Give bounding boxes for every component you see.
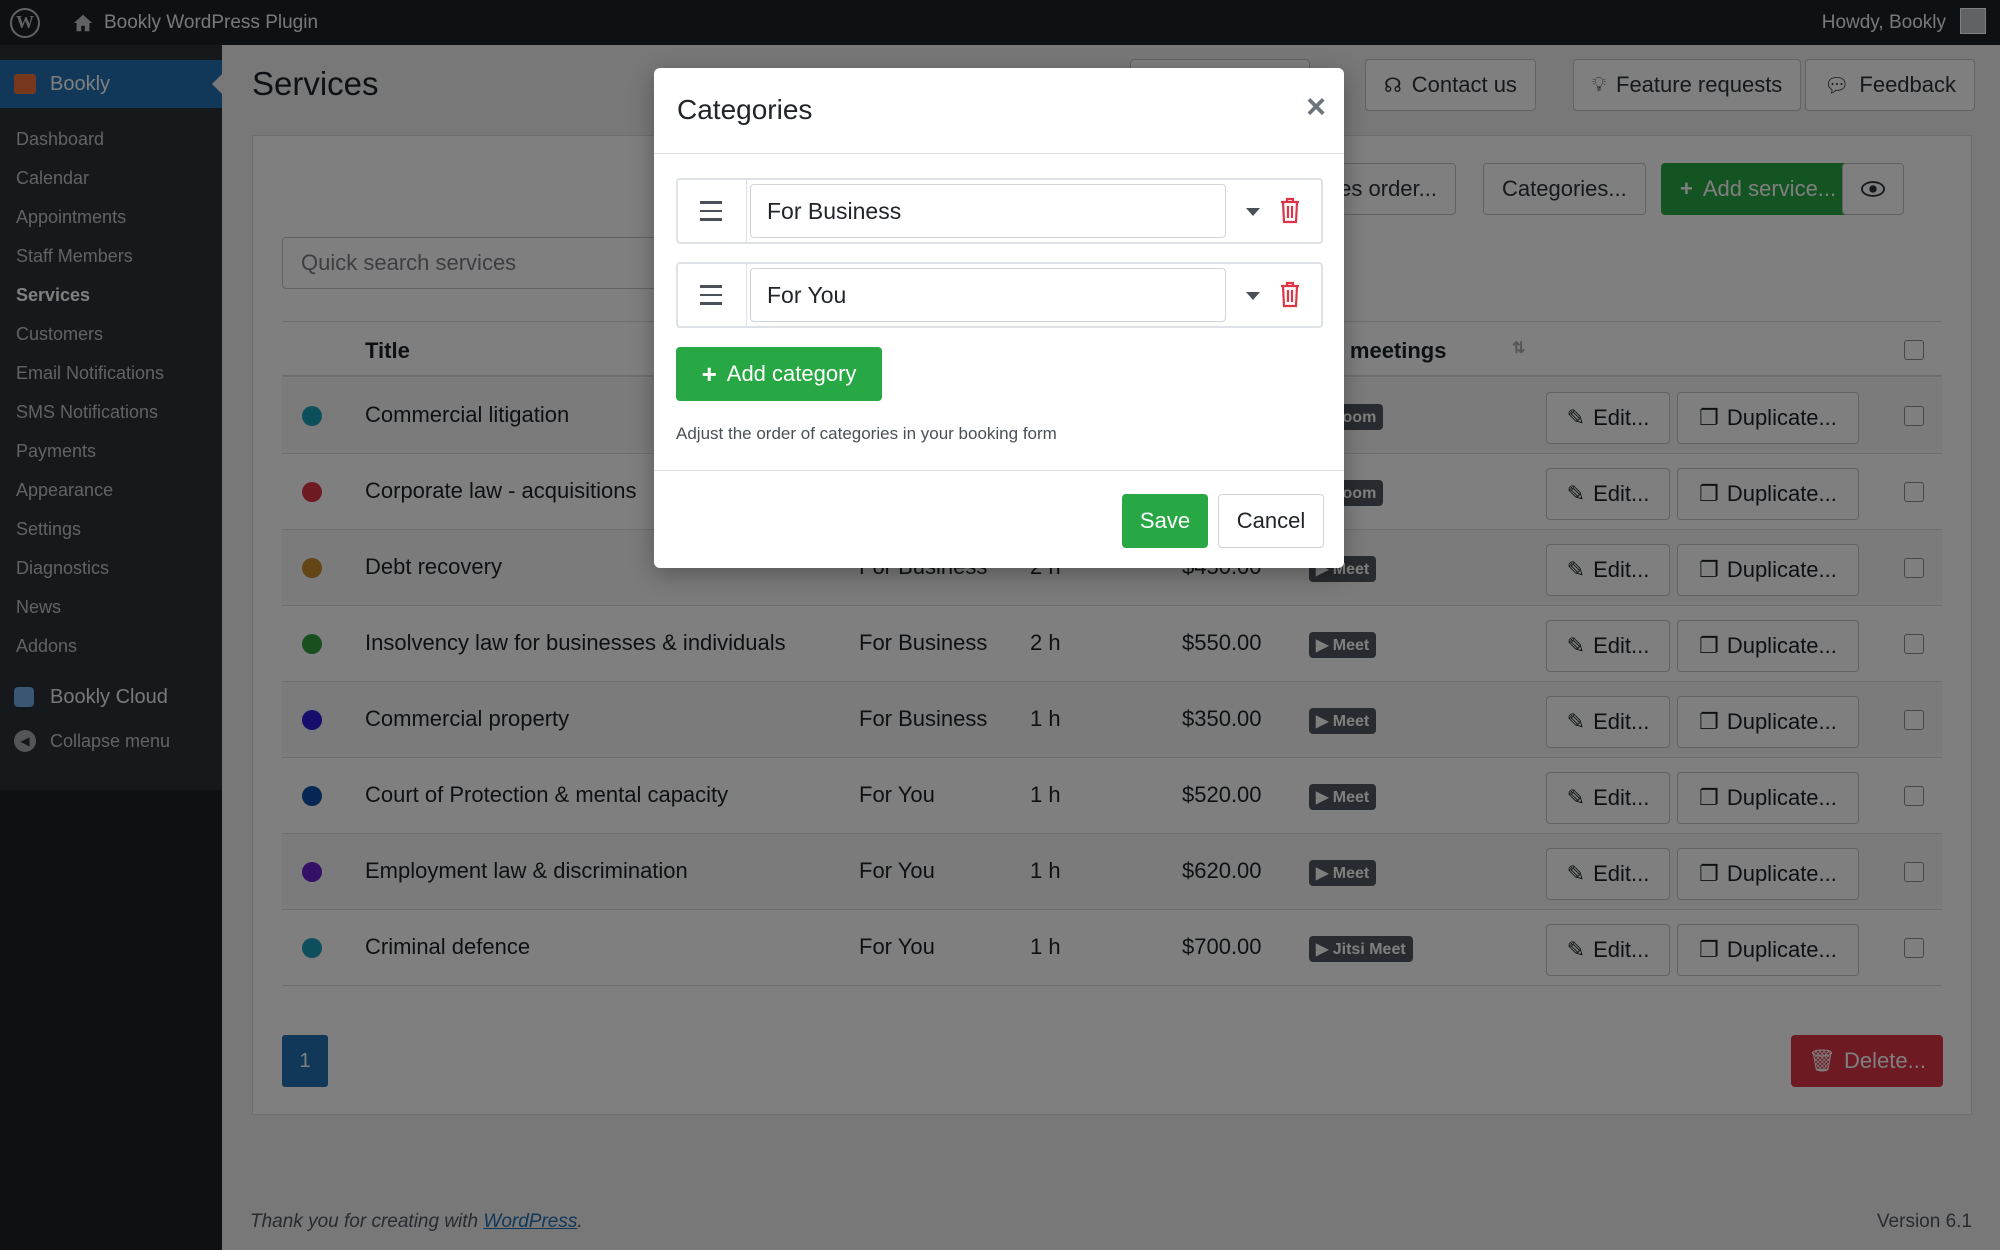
modal-title: Categories [677,94,813,125]
modal-footer-divider [654,470,1344,471]
trash-icon[interactable] [1278,196,1302,224]
modal-header: Categories × [654,68,1344,154]
close-icon[interactable]: × [1306,90,1326,124]
trash-icon[interactable] [1278,280,1302,308]
categories-modal: Categories × + Add category Adjust the o… [654,68,1344,568]
help-text: Adjust the order of categories in your b… [676,424,1057,443]
button-label: Add category [726,361,857,386]
drag-handle-icon[interactable] [698,282,724,308]
category-row [676,262,1323,328]
plus-icon: + [701,358,717,389]
divider [746,180,747,242]
category-name-input[interactable] [750,268,1226,322]
category-row [676,178,1323,244]
add-category-button[interactable]: + Add category [676,347,882,401]
category-name-input[interactable] [750,184,1226,238]
chevron-down-icon[interactable] [1246,208,1260,216]
drag-handle-icon[interactable] [698,198,724,224]
cancel-button[interactable]: Cancel [1218,494,1324,548]
divider [746,264,747,326]
chevron-down-icon[interactable] [1246,292,1260,300]
save-button[interactable]: Save [1122,494,1208,548]
